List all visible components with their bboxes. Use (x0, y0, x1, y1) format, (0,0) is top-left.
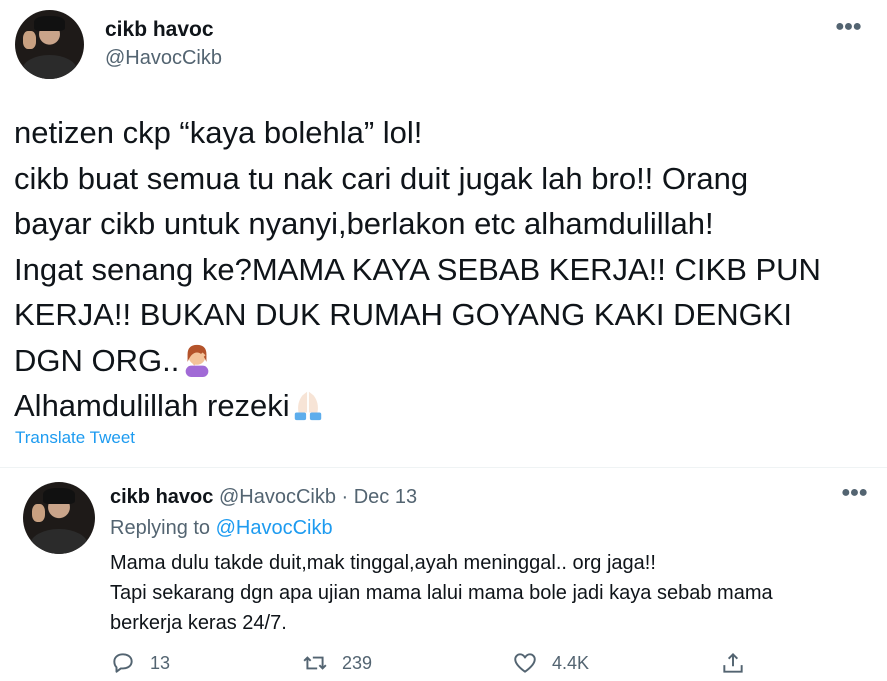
tweet-line: Ingat senang ke?MAMA KAYA SEBAB KERJA!! … (14, 251, 821, 287)
like-count: 4.4K (552, 652, 590, 673)
reply-count: 13 (150, 652, 171, 673)
retweet-button[interactable]: 239 (302, 650, 372, 676)
facepalm-emoji (186, 344, 209, 377)
reply-line: berkerja keras 24/7. (110, 612, 287, 634)
tweet-line: netizen ckp “kaya bolehla” lol! (14, 115, 423, 150)
avatar-hand (23, 30, 36, 49)
replying-to: Replying to @HavocCikb (110, 517, 333, 540)
avatar-shirt (30, 528, 88, 554)
reply-line: Tapi sekarang dgn apa ujian mama lalui m… (110, 582, 773, 604)
avatar-hand (31, 503, 45, 523)
replying-to-link[interactable]: @HavocCikb (216, 517, 333, 539)
reply-text: Mama dulu takde duit,mak tinggal,ayah me… (110, 548, 773, 638)
reply-handle-date[interactable]: @HavocCikb · Dec 13 (219, 486, 417, 508)
avatar-hat (34, 15, 65, 31)
reply-line: Mama dulu takde duit,mak tinggal,ayah me… (110, 552, 656, 574)
like-icon (514, 653, 536, 673)
tweet-line: cikb buat semua tu nak cari duit jugak l… (14, 160, 749, 196)
tweet-line: KERJA!! BUKAN DUK RUMAH GOYANG KAKI DENG… (14, 297, 793, 332)
translate-tweet-link[interactable]: Translate Tweet (15, 428, 135, 448)
retweet-icon (303, 656, 327, 670)
retweet-count: 239 (342, 652, 373, 673)
tweet-line: bayar cikb untuk nyanyi,berlakon etc alh… (14, 206, 714, 241)
replying-prefix: Replying to (110, 517, 211, 539)
folded-hands-emoji (294, 391, 321, 421)
like-button[interactable]: 4.4K (512, 650, 589, 676)
avatar-shirt (21, 54, 78, 79)
author-name[interactable]: cikb havoc (105, 18, 214, 42)
share-button[interactable] (720, 650, 760, 676)
more-icon[interactable]: ●●● (835, 18, 862, 36)
tweet-line-text: Alhamdulillah rezeki (14, 388, 290, 423)
author-handle[interactable]: @HavocCikb (105, 47, 222, 70)
tweet-line-7: Alhamdulillah rezeki (14, 383, 874, 429)
reply-button[interactable]: 13 (110, 650, 170, 676)
reply-header: cikb havoc @HavocCikb · Dec 13 (110, 486, 417, 509)
reply-more-icon[interactable]: ●●● (841, 484, 868, 502)
avatar-hat (43, 487, 75, 504)
avatar[interactable] (15, 10, 84, 79)
tweet-text: netizen ckp “kaya bolehla” lol! cikb bua… (14, 110, 874, 429)
share-icon (723, 652, 743, 673)
reply-avatar[interactable] (23, 482, 95, 554)
divider (0, 467, 887, 468)
reply-author-name[interactable]: cikb havoc (110, 486, 213, 508)
tweet-line-6: DGN ORG.. (14, 338, 874, 384)
tweet-line-text: DGN ORG.. (14, 342, 180, 378)
reply-icon (113, 653, 133, 673)
